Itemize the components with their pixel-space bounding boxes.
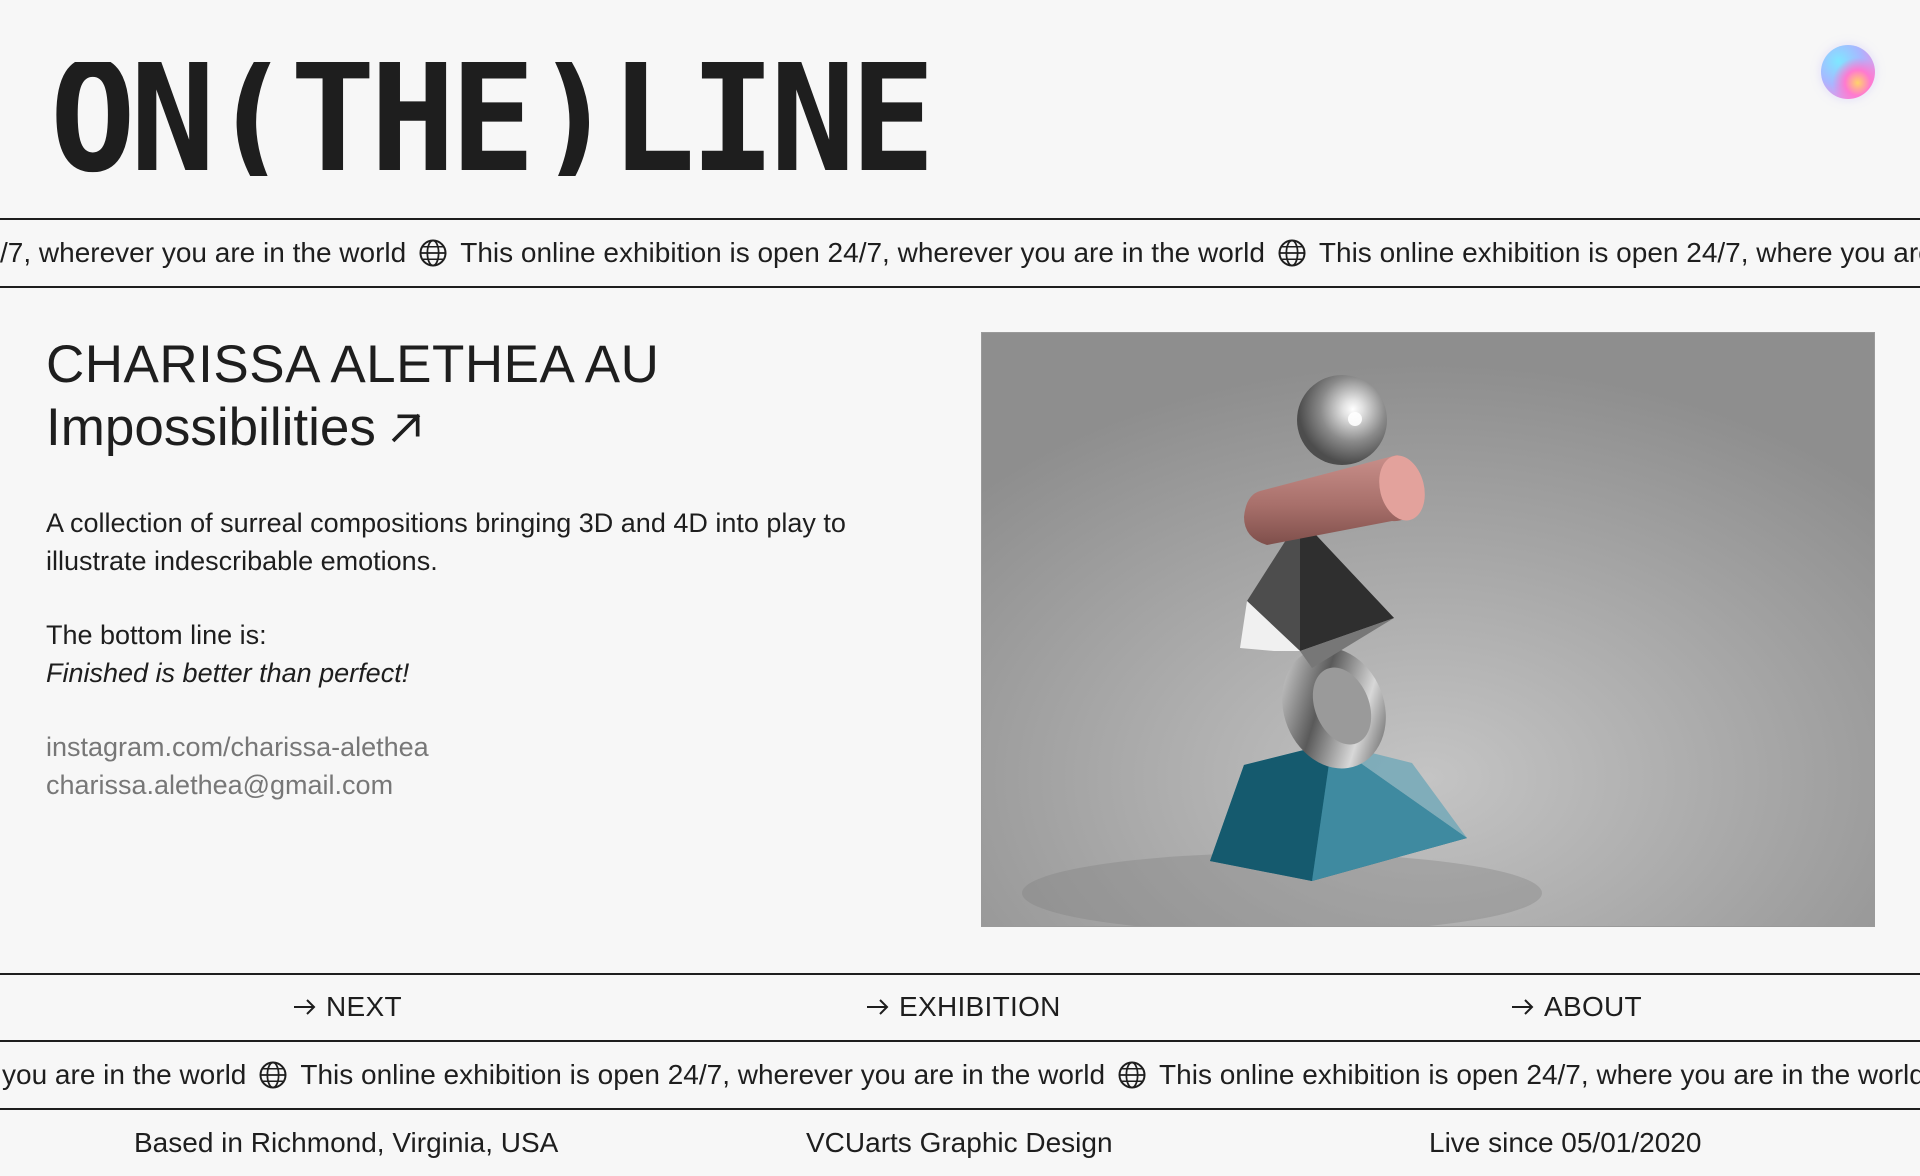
- globe-icon: [419, 239, 447, 267]
- divider: [0, 286, 1920, 288]
- gradient-orb-icon[interactable]: [1821, 45, 1875, 99]
- page-nav: NEXT EXHIBITION ABOUT: [0, 975, 1920, 1039]
- footer-location: Based in Richmond, Virginia, USA: [134, 1127, 559, 1158]
- artist-info: CHARISSA ALETHEA AU Impossibilities A co…: [46, 334, 946, 804]
- arrow-right-icon: [294, 999, 316, 1015]
- globe-icon: [1278, 239, 1306, 267]
- exhibition-label[interactable]: EXHIBITION: [899, 991, 1061, 1023]
- artist-name: CHARISSA ALETHEA AU: [46, 335, 660, 394]
- next-label[interactable]: NEXT: [326, 991, 402, 1023]
- globe-icon: [259, 1061, 287, 1089]
- globe-icon: [1118, 1061, 1146, 1089]
- bottom-line-label: The bottom line is:: [46, 620, 267, 650]
- footer-program: VCUarts Graphic Design: [806, 1127, 1113, 1158]
- artwork-image[interactable]: [981, 332, 1875, 927]
- marquee-bottom: you are in the world This online exhibit…: [0, 1042, 1920, 1108]
- footer-live-since: Live since 05/01/2020: [1429, 1127, 1702, 1158]
- site-logo[interactable]: ON(THE)LINE: [50, 62, 930, 176]
- arrow-up-right-icon[interactable]: [386, 408, 426, 448]
- instagram-link[interactable]: instagram.com/charissa-alethea: [46, 728, 946, 766]
- next-link[interactable]: NEXT: [292, 975, 402, 1039]
- logo-text: ON(THE)LINE: [50, 62, 930, 176]
- about-label[interactable]: ABOUT: [1544, 991, 1642, 1023]
- work-description: A collection of surreal compositions bri…: [46, 508, 846, 576]
- arrow-right-icon: [867, 999, 889, 1015]
- marquee-text: you are in the world: [2, 1059, 247, 1090]
- bottom-line: The bottom line is: Finished is better t…: [46, 616, 946, 692]
- footer: Based in Richmond, Virginia, USA VCUarts…: [0, 1110, 1920, 1176]
- bottom-line-quote: Finished is better than perfect!: [46, 658, 410, 688]
- work-title-link[interactable]: Impossibilities: [46, 396, 946, 460]
- work-title[interactable]: Impossibilities: [46, 396, 376, 460]
- arrow-right-icon: [1512, 999, 1534, 1015]
- marquee-text: This online exhibition is open 24/7, whe…: [460, 237, 1265, 268]
- marquee-text: /7, wherever you are in the world: [0, 237, 407, 268]
- contact-links: instagram.com/charissa-alethea charissa.…: [46, 728, 946, 804]
- about-link[interactable]: ABOUT: [1510, 975, 1642, 1039]
- exhibition-link[interactable]: EXHIBITION: [865, 975, 1061, 1039]
- logo-wordmark: ON(THE)LINE: [50, 62, 930, 176]
- marquee-text: This online exhibition is open 24/7, whe…: [1159, 1059, 1920, 1090]
- email-link[interactable]: charissa.alethea@gmail.com: [46, 766, 946, 804]
- marquee-text: This online exhibition is open 24/7, whe…: [300, 1059, 1106, 1090]
- marquee-top: /7, wherever you are in the world This o…: [0, 220, 1920, 286]
- artwork-render: [982, 333, 1874, 926]
- exhibition-page: ON(THE)LINE /7, wherever you are in the …: [0, 0, 1920, 1176]
- marquee-text: This online exhibition is open 24/7, whe…: [1318, 237, 1920, 268]
